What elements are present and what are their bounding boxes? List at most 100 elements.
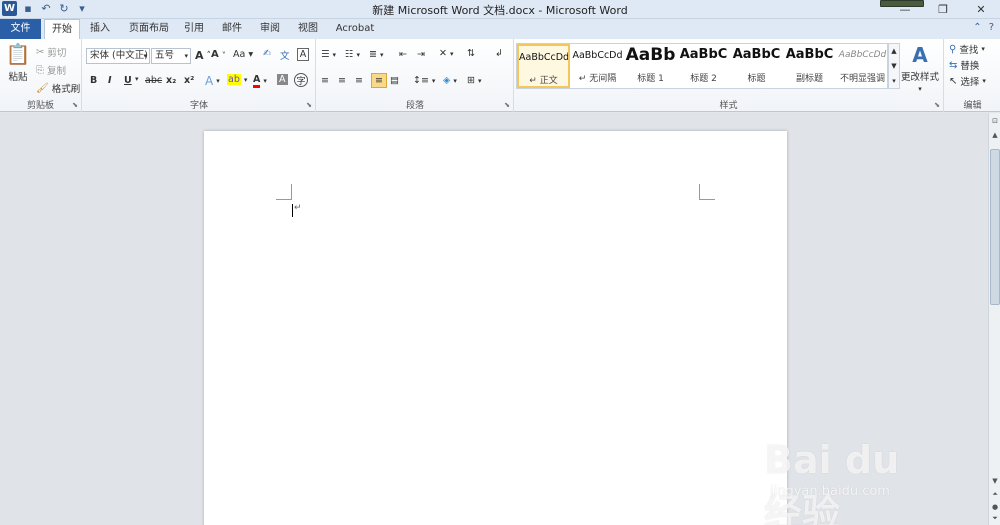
chinese-layout-button[interactable]: ✕ ▾ <box>439 48 453 59</box>
tab-page-layout[interactable]: 页面布局 <box>124 19 174 39</box>
paste-button[interactable]: 📋 粘贴 <box>5 42 31 83</box>
gallery-down-icon[interactable]: ▼ <box>891 62 896 70</box>
font-size-combo[interactable]: 五号 ▾ <box>151 48 191 64</box>
change-styles-button[interactable]: A 更改样式 ▾ <box>901 43 939 93</box>
font-color-button[interactable]: A ▾ <box>253 74 267 88</box>
minimize-button[interactable]: — <box>886 0 924 18</box>
character-border-icon[interactable]: A <box>297 48 309 61</box>
distributed-icon[interactable]: ▤ <box>390 75 399 86</box>
browse-object-icon[interactable]: ● <box>989 501 1000 512</box>
paint-bucket-icon: ◈ <box>443 75 451 86</box>
decrease-indent-icon[interactable]: ⇤ <box>399 49 407 60</box>
editing-group: ⚲ 查找 ▾ ⇆ 替换 ↖ 选择 ▾ 编辑 <box>949 42 986 112</box>
grow-font-button[interactable]: A ˄ <box>195 49 211 62</box>
ribbon: 📋 粘贴 ✂ 剪切 ⎘ 复制 🖌 格式刷 剪贴板 ⬊ 宋体 (中文正) ▾ 五号 ▾… <box>0 39 1000 112</box>
borders-button[interactable]: ⊞ ▾ <box>467 75 481 86</box>
scroll-thumb[interactable] <box>990 149 1000 305</box>
cut-button[interactable]: ✂ 剪切 <box>36 45 66 60</box>
multilevel-list-icon: ≣ <box>369 49 377 60</box>
tab-references[interactable]: 引用 <box>178 19 210 39</box>
style-heading-1[interactable]: AaBb 标题 1 <box>624 44 677 88</box>
baidu-logo: Bai du 经验 <box>764 438 900 525</box>
bold-button[interactable]: B <box>90 75 97 86</box>
justify-icon[interactable]: ≡ <box>371 73 387 88</box>
chinese-layout-icon: ✕ <box>439 48 447 59</box>
style-normal[interactable]: AaBbCcDd ↵ 正文 <box>517 44 570 88</box>
shading-button[interactable]: ◈ ▾ <box>443 75 457 86</box>
paragraph-mark: ↵ <box>294 203 302 213</box>
baidu-watermark: Bai du 经验 jingyan.baidu.com <box>764 426 949 525</box>
subscript-button[interactable]: x₂ <box>166 75 176 86</box>
clear-formatting-icon[interactable]: ✍ <box>263 48 271 59</box>
tab-review[interactable]: 审阅 <box>254 19 286 39</box>
tab-mailings[interactable]: 邮件 <box>216 19 248 39</box>
find-button[interactable]: ⚲ 查找 ▾ <box>949 42 985 57</box>
multilevel-list-button[interactable]: ≣ ▾ <box>369 49 383 60</box>
clipboard-group: 📋 粘贴 ✂ 剪切 ⎘ 复制 🖌 格式刷 剪贴板 ⬊ <box>0 39 82 112</box>
font-name-combo[interactable]: 宋体 (中文正) ▾ <box>86 48 150 64</box>
sort-icon[interactable]: ⇅ <box>467 48 475 59</box>
document-page[interactable]: ↵ <box>204 131 787 525</box>
tab-insert[interactable]: 插入 <box>84 19 116 39</box>
bullets-button[interactable]: ☰ ▾ <box>321 49 336 60</box>
restore-button[interactable]: ❐ <box>924 0 962 18</box>
underline-button[interactable]: U <box>124 75 132 86</box>
replace-icon: ⇆ <box>949 59 958 71</box>
style-no-spacing[interactable]: AaBbCcDd ↵ 无间隔 <box>571 44 624 88</box>
scroll-up-icon[interactable]: ▲ <box>989 129 1000 140</box>
copy-button[interactable]: ⎘ 复制 <box>36 63 66 78</box>
replace-button[interactable]: ⇆ 替换 <box>949 58 979 73</box>
select-button[interactable]: ↖ 选择 ▾ <box>949 74 986 89</box>
chevron-down-icon: ▾ <box>184 52 188 60</box>
ribbon-tabs: 文件 开始 插入 页面布局 引用 邮件 审阅 视图 Acrobat ⌃ ? <box>0 19 1000 40</box>
tab-acrobat[interactable]: Acrobat <box>332 19 378 39</box>
gallery-more-icon[interactable]: ▾ <box>892 77 896 85</box>
highlight-color-button[interactable]: ab ▾ <box>227 74 247 85</box>
tab-file[interactable]: 文件 <box>0 19 41 39</box>
line-spacing-button[interactable]: ↕≡ ▾ <box>413 75 435 86</box>
align-left-icon[interactable]: ≡ <box>321 75 329 86</box>
superscript-button[interactable]: x² <box>184 75 194 86</box>
styles-launcher-icon[interactable]: ⬊ <box>934 101 940 109</box>
numbering-button[interactable]: ☷ ▾ <box>345 49 360 60</box>
enclose-characters-icon[interactable]: 字 <box>294 73 308 87</box>
paragraph-launcher-icon[interactable]: ⬊ <box>504 101 510 109</box>
tab-view[interactable]: 视图 <box>292 19 324 39</box>
shrink-font-button[interactable]: A ˅ <box>211 49 226 60</box>
align-center-icon[interactable]: ≡ <box>338 75 346 86</box>
scroll-down-icon[interactable]: ▼ <box>989 475 1000 486</box>
format-painter-button[interactable]: 🖌 格式刷 <box>36 81 80 96</box>
minimize-ribbon-icon[interactable]: ⌃ <box>973 22 981 33</box>
character-shading-icon[interactable]: A <box>277 74 288 85</box>
strikethrough-button[interactable]: abc <box>145 75 162 86</box>
style-subtle-emphasis[interactable]: AaBbCcDd 不明显强调 <box>836 44 889 88</box>
binoculars-icon: ⚲ <box>949 43 957 55</box>
text-effects-icon[interactable]: A ▾ <box>205 74 220 88</box>
style-title[interactable]: AaBbC 标题 <box>730 44 783 88</box>
increase-indent-icon[interactable]: ⇥ <box>417 49 425 60</box>
style-subtitle[interactable]: AaBbC 副标题 <box>783 44 836 88</box>
clipboard-launcher-icon[interactable]: ⬊ <box>72 101 78 109</box>
next-page-icon[interactable]: ⏷ <box>989 513 1000 524</box>
font-group: 宋体 (中文正) ▾ 五号 ▾ A ˄ A ˅ Aa ▾ ✍ 文 A B I U ▾ ab… <box>83 39 316 112</box>
align-right-icon[interactable]: ≡ <box>355 75 363 86</box>
underline-dropdown-icon[interactable]: ▾ <box>135 75 139 83</box>
title-bar: W ▪ ↶ ↻ ▾ 新建 Microsoft Word 文档.docx - Mi… <box>0 0 1000 19</box>
help-icon[interactable]: ? <box>989 22 994 33</box>
gallery-scrollbar[interactable]: ▲ ▼ ▾ <box>888 43 900 89</box>
italic-button[interactable]: I <box>108 75 112 86</box>
bullet-list-icon: ☰ <box>321 49 330 60</box>
phonetic-guide-icon[interactable]: 文 <box>280 48 290 62</box>
change-case-button[interactable]: Aa ▾ <box>233 49 253 60</box>
vertical-scrollbar[interactable]: ⊡ ▲ ▼ ⏶ ● ⏷ <box>988 113 1000 525</box>
paste-icon: 📋 <box>5 42 31 66</box>
ruler-toggle-icon[interactable]: ⊡ <box>989 115 1000 126</box>
styles-gallery: AaBbCcDd ↵ 正文 AaBbCcDd ↵ 无间隔 AaBb 标题 1 A… <box>516 43 888 89</box>
show-marks-icon[interactable]: ↲ <box>495 48 503 59</box>
gallery-up-icon[interactable]: ▲ <box>891 47 896 55</box>
font-launcher-icon[interactable]: ⬊ <box>306 101 312 109</box>
close-button[interactable]: ✕ <box>962 0 1000 18</box>
tab-home[interactable]: 开始 <box>44 19 80 40</box>
previous-page-icon[interactable]: ⏶ <box>989 489 1000 500</box>
style-heading-2[interactable]: AaBbC 标题 2 <box>677 44 730 88</box>
